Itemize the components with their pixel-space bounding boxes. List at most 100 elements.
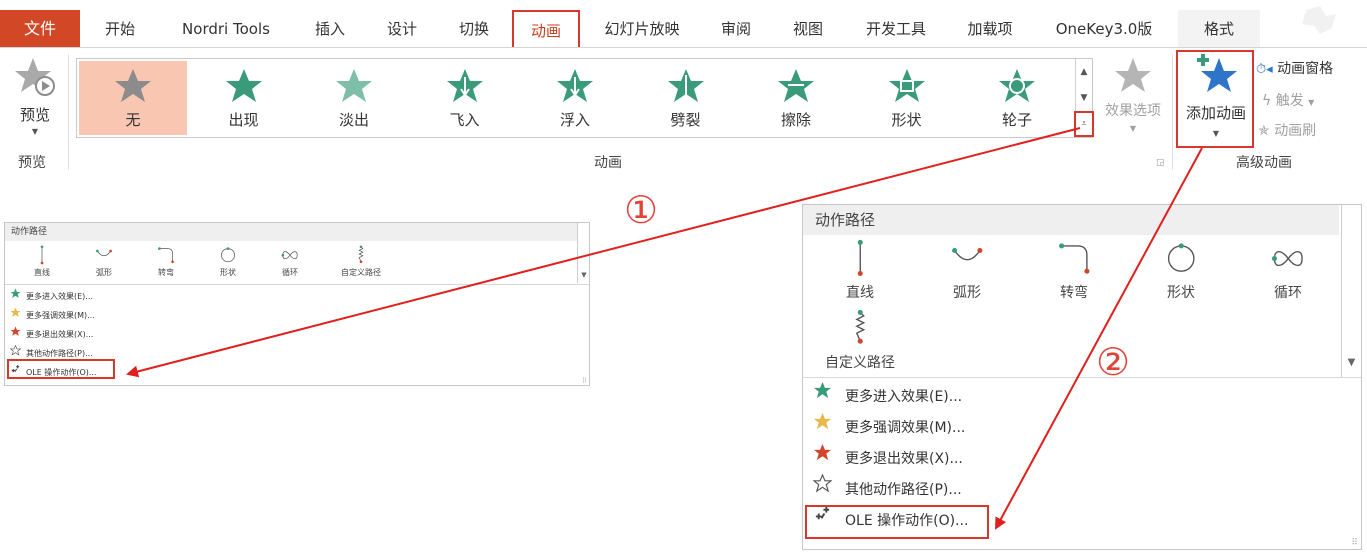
- gallery-item[interactable]: 浮入: [521, 61, 629, 135]
- shape-path-icon: [221, 247, 235, 263]
- panel-small-scrollbar[interactable]: ▼: [577, 223, 590, 283]
- brush-star-icon: ✯: [1258, 123, 1270, 139]
- custom-path-icon: [358, 245, 364, 264]
- action-path-item[interactable]: 形状: [197, 245, 259, 278]
- tab-design[interactable]: 设计: [378, 10, 426, 48]
- action-path-item[interactable]: 直线: [11, 245, 73, 278]
- gold-star-icon: [813, 412, 831, 430]
- tab-review[interactable]: 审阅: [712, 10, 760, 48]
- tab-onekey[interactable]: OneKey3.0版: [1046, 10, 1162, 48]
- effect-options-button[interactable]: 效果选项 ▼: [1098, 56, 1168, 142]
- animation-painter-button[interactable]: ✯ 动画刷: [1258, 120, 1316, 140]
- more-effects-menu-item[interactable]: 更多进入效果(E)...: [807, 381, 962, 412]
- menu-item-icon: [7, 306, 23, 325]
- animation-pane-icon: ⏱◂: [1256, 62, 1273, 77]
- loop-path-icon: [281, 251, 298, 260]
- more-effects-menu-item[interactable]: 更多退出效果(X)...: [7, 325, 93, 344]
- trigger-label: 触发: [1275, 93, 1304, 109]
- tab-developer[interactable]: 开发工具: [856, 10, 936, 48]
- action-path-item[interactable]: 形状: [1136, 239, 1226, 302]
- action-path-item[interactable]: 转弯: [135, 245, 197, 278]
- tab-addins[interactable]: 加载项: [958, 10, 1022, 48]
- lightning-icon: ϟ: [1262, 93, 1272, 109]
- gallery-item[interactable]: 擦除: [742, 61, 850, 135]
- animation-pane-button[interactable]: ⏱◂ 动画窗格: [1256, 58, 1333, 78]
- gallery-item-label: 出现: [228, 111, 259, 129]
- menu-item-icon: [807, 443, 837, 474]
- gallery-item-label: 轮子: [1001, 111, 1032, 129]
- corner-logo-icon: [1302, 6, 1336, 34]
- float-in-star-icon: [557, 69, 593, 102]
- action-path-item[interactable]: 循环: [259, 245, 321, 278]
- gallery-more-button[interactable]: ⩡: [1074, 111, 1094, 137]
- more-effects-menu-item[interactable]: 更多退出效果(X)...: [807, 443, 963, 474]
- action-path-label: 转弯: [1060, 285, 1088, 302]
- gallery-item-label: 无: [125, 111, 141, 129]
- gallery-item-label: 劈裂: [670, 111, 701, 129]
- action-path-item[interactable]: 转弯: [1029, 239, 1119, 302]
- ole-item-highlight-large: [805, 505, 989, 539]
- preview-group-label: 预览: [18, 155, 46, 171]
- menu-item-icon: [807, 381, 837, 412]
- appear-star-icon: [225, 69, 262, 102]
- tab-animations[interactable]: 动画: [512, 10, 580, 48]
- gallery-item[interactable]: 出现: [190, 61, 298, 135]
- tab-file[interactable]: 文件: [0, 10, 80, 48]
- advanced-animation-group-label: 高级动画: [1236, 155, 1292, 171]
- panel-large-scrollbar[interactable]: ▼: [1341, 205, 1361, 377]
- tab-home[interactable]: 开始: [96, 10, 144, 48]
- action-path-label: 自定义路径: [341, 268, 381, 278]
- action-path-item[interactable]: 弧形: [922, 239, 1012, 302]
- gallery-item[interactable]: 飞入: [411, 61, 519, 135]
- group-divider: [68, 54, 69, 170]
- action-path-item[interactable]: 循环: [1243, 239, 1333, 302]
- gallery-item[interactable]: 轮子: [963, 61, 1071, 135]
- wipe-star-icon: [778, 69, 814, 102]
- animation-group-label: 动画: [594, 155, 622, 171]
- chevron-down-icon: ▼: [31, 127, 39, 136]
- more-effects-menu-item[interactable]: 更多强调效果(M)...: [7, 306, 95, 325]
- custom-path-icon: [855, 309, 865, 344]
- gallery-item-label: 飞入: [449, 111, 480, 129]
- action-path-panel-small: 动作路径 ▼ 直线 弧形 转弯 形状 循环 自定义路径 更多进入效果(E)... 更多强调效…: [4, 222, 590, 386]
- resize-grip-icon[interactable]: ⠿: [582, 377, 587, 385]
- action-path-item[interactable]: 自定义路径: [321, 245, 401, 278]
- tab-format[interactable]: 格式: [1178, 10, 1260, 48]
- trigger-button[interactable]: ϟ 触发 ▼: [1262, 90, 1314, 110]
- more-effects-menu-item[interactable]: 其他动作路径(P)...: [807, 473, 962, 505]
- ribbon-body: 预览 ▼ 预览 ▲ ▼ ⩡ 无 出现 淡出 飞入 浮入 劈裂 擦除 形状 轮子 动画 ◲ 效果选…: [0, 47, 1367, 175]
- tab-nordri-tools[interactable]: Nordri Tools: [168, 10, 284, 48]
- gallery-item[interactable]: 淡出: [300, 61, 408, 135]
- panel-small-header: 动作路径: [5, 223, 577, 241]
- action-path-label: 自定义路径: [825, 355, 895, 372]
- resize-grip-icon[interactable]: ⠿: [1351, 538, 1358, 548]
- action-path-item[interactable]: 弧形: [73, 245, 135, 278]
- tab-transitions[interactable]: 切换: [450, 10, 498, 48]
- preview-star-icon: [15, 58, 55, 96]
- wheel-star-icon: [999, 69, 1035, 102]
- effect-options-label: 效果选项: [1105, 103, 1161, 119]
- action-path-panel-large: 动作路径 ▼ 直线 弧形 转弯 形状 循环自定义路径 更多进入效果(E)... 更多强调效…: [802, 204, 1362, 550]
- gallery-item[interactable]: 无: [79, 61, 187, 135]
- gallery-scroll-down-button[interactable]: ▼: [1075, 85, 1092, 111]
- gallery-item[interactable]: 形状: [853, 61, 961, 135]
- effect-options-star-icon: [1115, 58, 1151, 92]
- tab-slideshow[interactable]: 幻灯片放映: [594, 10, 690, 48]
- menu-item-icon: [7, 287, 23, 306]
- preview-button[interactable]: 预览 ▼: [10, 56, 60, 142]
- more-effects-menu-item[interactable]: 更多强调效果(M)...: [807, 412, 965, 443]
- more-effects-menu-item[interactable]: 更多进入效果(E)...: [7, 287, 93, 306]
- panel-large-header: 动作路径: [803, 205, 1339, 235]
- green-star-icon: [813, 381, 831, 399]
- action-path-label: 直线: [846, 285, 874, 302]
- gallery-item-label: 淡出: [338, 111, 369, 129]
- action-path-item[interactable]: 直线: [815, 239, 905, 302]
- line-path-icon: [40, 245, 44, 265]
- tab-view[interactable]: 视图: [784, 10, 832, 48]
- gallery-scroll-up-button[interactable]: ▲: [1075, 59, 1092, 85]
- tab-insert[interactable]: 插入: [306, 10, 354, 48]
- action-path-item[interactable]: 自定义路径: [815, 309, 905, 372]
- gallery-item[interactable]: 劈裂: [632, 61, 740, 135]
- dialog-launcher-icon[interactable]: ◲: [1156, 158, 1165, 168]
- menu-item-label: 更多强调效果(M)...: [845, 419, 966, 436]
